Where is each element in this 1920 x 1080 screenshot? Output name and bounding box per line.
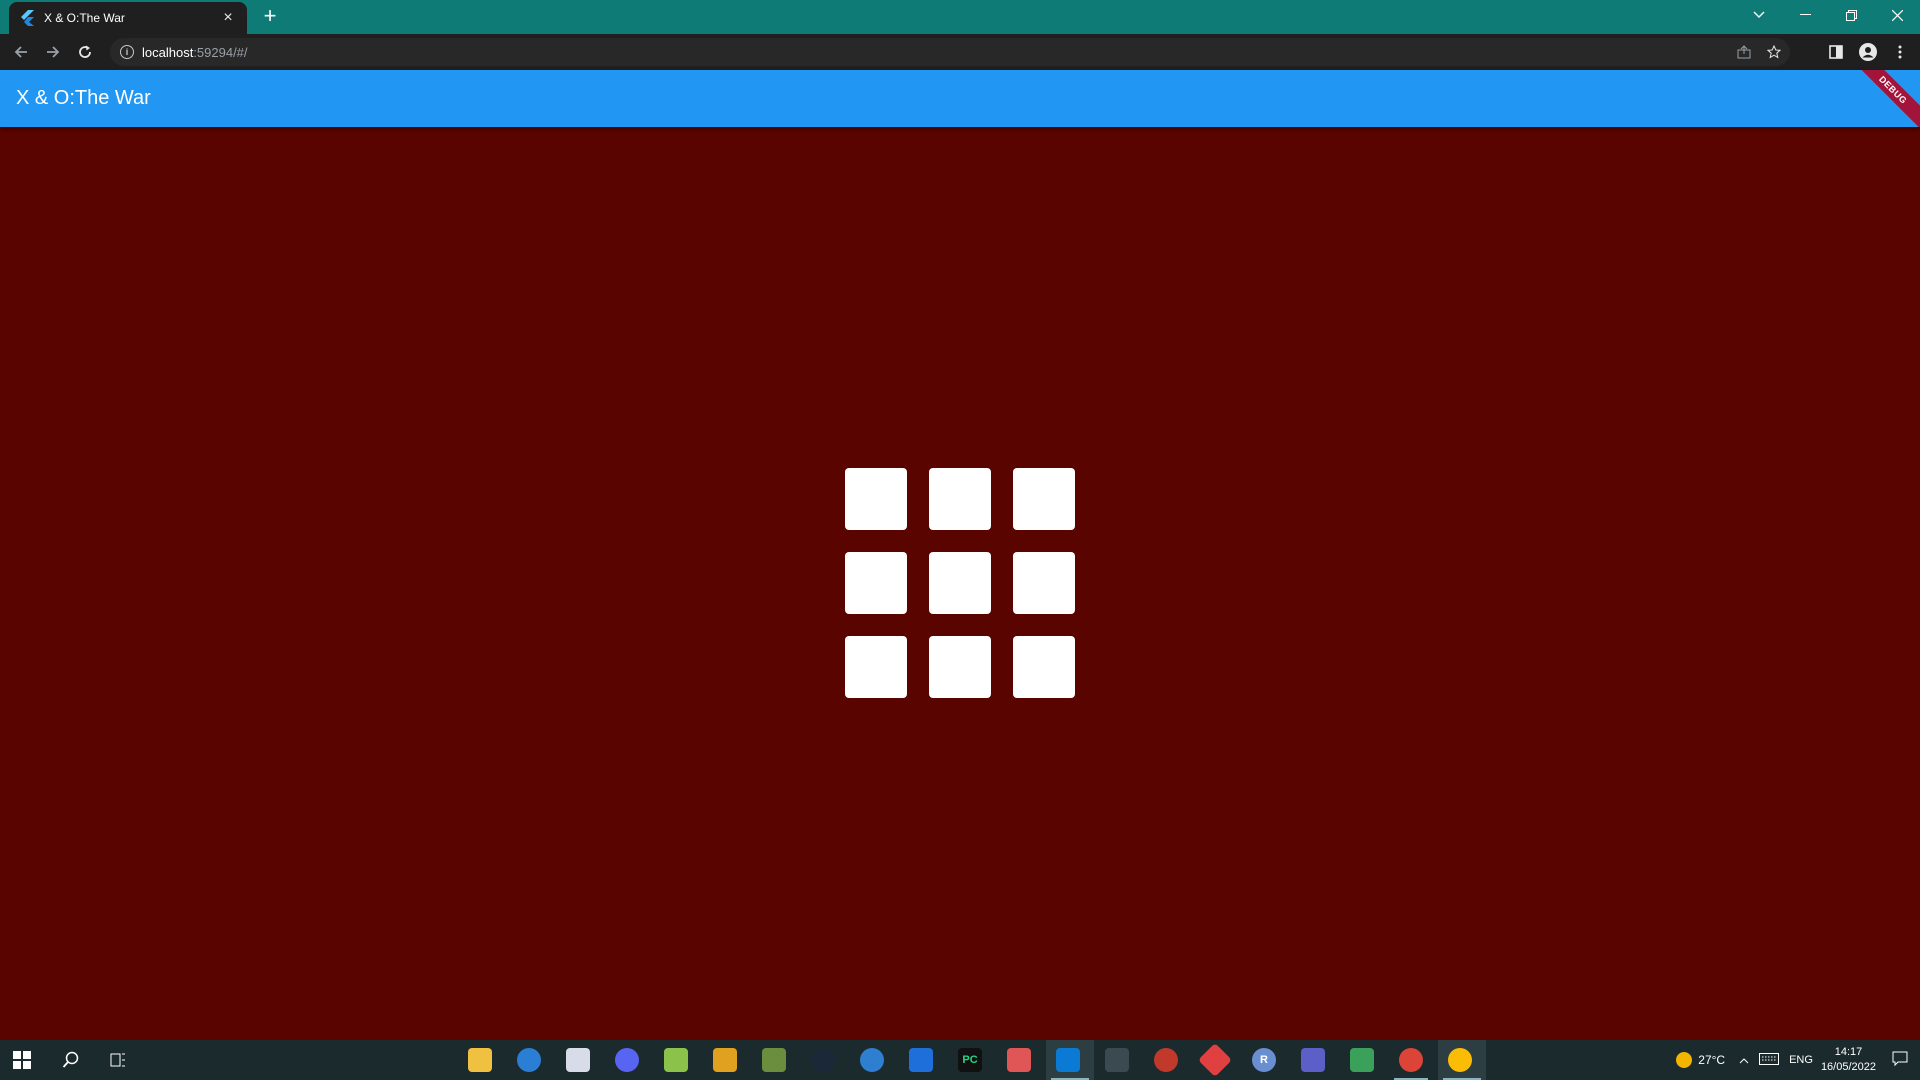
store-icon[interactable] [566, 1048, 590, 1072]
teams-icon[interactable] [1301, 1048, 1325, 1072]
unity-icon[interactable] [1105, 1048, 1129, 1072]
notification-icon[interactable] [1892, 1051, 1908, 1070]
close-window-icon[interactable] [1874, 0, 1920, 30]
bookmark-star-icon[interactable] [1764, 42, 1784, 62]
minimize-icon[interactable] [1782, 0, 1828, 30]
layers-app-icon[interactable] [713, 1048, 737, 1072]
browser-tab[interactable]: X & O:The War × [9, 2, 247, 34]
r-app-icon[interactable]: R [1252, 1048, 1276, 1072]
keyboard-icon[interactable] [1759, 1052, 1780, 1068]
forward-arrow-icon[interactable] [41, 40, 65, 64]
shark-app-icon[interactable] [909, 1048, 933, 1072]
tab-title: X & O:The War [44, 11, 125, 25]
chrome-icon[interactable] [1448, 1048, 1472, 1072]
board-cell-5[interactable] [929, 552, 991, 614]
chrome-profile-icon[interactable] [1399, 1048, 1423, 1072]
board-cell-6[interactable] [1013, 552, 1075, 614]
tray-chevron-up-icon[interactable] [1739, 1053, 1749, 1067]
url-path: :59294/#/ [193, 44, 248, 60]
clock-date: 16/05/2022 [1820, 1061, 1876, 1073]
restore-icon[interactable] [1828, 0, 1874, 30]
site-info-icon[interactable]: i [120, 45, 134, 59]
tic-tac-toe-board [845, 468, 1075, 698]
windows-start-icon[interactable] [10, 1048, 34, 1072]
discord-icon[interactable] [615, 1048, 639, 1072]
game-app-icon[interactable] [1154, 1048, 1178, 1072]
board-cell-9[interactable] [1013, 636, 1075, 698]
browser-tab-strip: X & O:The War × + [0, 0, 1920, 34]
board-cell-1[interactable] [845, 468, 907, 530]
notepad-icon[interactable] [664, 1048, 688, 1072]
board-cell-8[interactable] [929, 636, 991, 698]
address-bar-actions [1734, 42, 1784, 62]
weather-sun-icon[interactable] [1676, 1052, 1693, 1068]
tab-search-icon[interactable] [1736, 0, 1782, 30]
minecraft-icon[interactable] [762, 1048, 786, 1072]
vscode-icon[interactable] [1056, 1048, 1080, 1072]
weather-temperature[interactable]: 27°C [1698, 1053, 1725, 1067]
side-panel-icon[interactable] [1824, 40, 1848, 64]
pycharm-icon[interactable]: PC [958, 1048, 982, 1072]
task-view-icon[interactable] [107, 1048, 131, 1072]
tab-close-icon[interactable]: × [219, 9, 237, 27]
toolbar-actions [1824, 40, 1912, 64]
browser-toolbar: i localhost :59294/#/ [0, 34, 1920, 70]
clock[interactable]: 14:17 16/05/2022 [1821, 1045, 1876, 1075]
board-cell-2[interactable] [929, 468, 991, 530]
reload-icon[interactable] [73, 40, 97, 64]
search-icon[interactable] [59, 1048, 83, 1072]
board-cell-3[interactable] [1013, 468, 1075, 530]
language-indicator[interactable]: ENG [1789, 1054, 1813, 1066]
board-cell-7[interactable] [845, 636, 907, 698]
page-title: X & O:The War [16, 87, 151, 109]
more-menu-icon[interactable] [1888, 40, 1912, 64]
flutter-favicon-icon [19, 10, 35, 26]
edge-icon[interactable] [860, 1048, 884, 1072]
steam-icon[interactable] [811, 1048, 835, 1072]
url-host: localhost [142, 44, 194, 60]
app-bar: X & O:The War DEBUG [0, 70, 1920, 127]
debug-banner: DEBUG [1848, 70, 1920, 127]
profile-icon[interactable] [1856, 40, 1880, 64]
clock-time: 14:17 [1834, 1046, 1863, 1058]
share-icon[interactable] [1734, 42, 1754, 62]
back-arrow-icon[interactable] [9, 40, 33, 64]
address-bar[interactable]: i localhost :59294/#/ [110, 38, 1790, 66]
window-controls [1736, 0, 1920, 34]
file-explorer-icon[interactable] [468, 1048, 492, 1072]
board-cell-4[interactable] [845, 552, 907, 614]
git-icon[interactable] [1198, 1043, 1232, 1077]
new-tab-button[interactable]: + [259, 5, 281, 27]
cube-app-icon[interactable] [1007, 1048, 1031, 1072]
taskbar: PC R 27°C ENG 14:17 16/05/2022 [0, 1040, 1920, 1080]
system-tray: 27°C ENG 14:17 16/05/2022 [1676, 1040, 1920, 1080]
volume-app-icon[interactable] [517, 1048, 541, 1072]
spreadsheet-app-icon[interactable] [1350, 1048, 1374, 1072]
